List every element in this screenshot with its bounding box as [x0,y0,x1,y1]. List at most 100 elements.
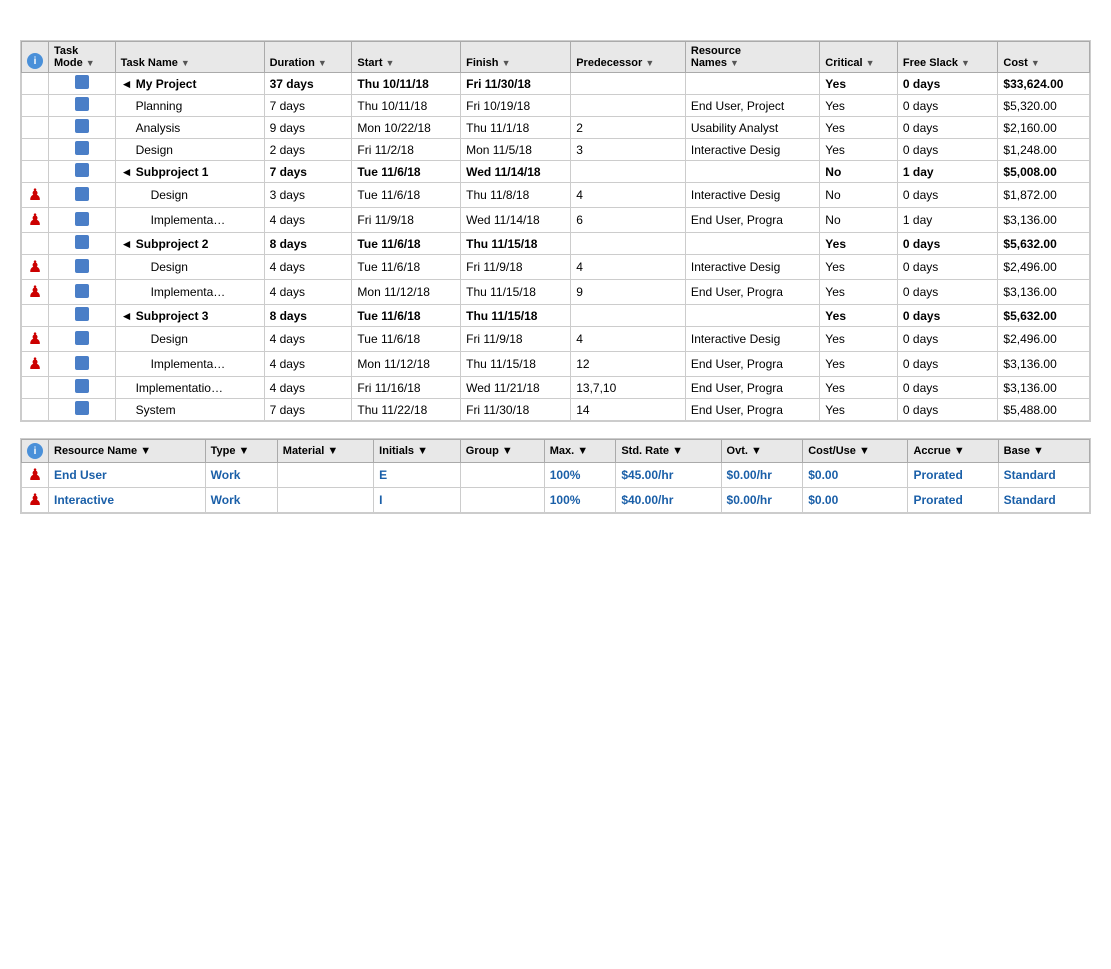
free_slack-cell: 1 day [897,161,997,183]
project-table-row: Planning7 daysThu 10/11/18Fri 10/19/18En… [22,95,1090,117]
task-name-cell: Design [115,255,264,280]
predecessor-cell [571,305,686,327]
mode-icon [75,259,89,273]
predecessor-cell: 2 [571,117,686,139]
resources-cell: Interactive Desig [685,327,819,352]
cost-cell: $3,136.00 [998,377,1090,399]
project-table-row: ♟Implementa…4 daysMon 11/12/18Thu 11/15/… [22,280,1090,305]
rth-group[interactable]: Group ▼ [460,440,544,463]
group-cell [460,488,544,513]
critical-cell: Yes [820,352,898,377]
finish-cell: Wed 11/14/18 [461,208,571,233]
cost-cell: $1,872.00 [998,183,1090,208]
predecessor-cell [571,161,686,183]
resources-cell: End User, Progra [685,208,819,233]
row-icon-cell: ♟ [22,280,49,305]
row-icon-cell [22,399,49,421]
resource-name-cell: End User [49,463,206,488]
project-table: i TaskMode ▼ Task Name ▼ Duration ▼ Star… [21,41,1090,421]
rth-accrue[interactable]: Accrue ▼ [908,440,998,463]
th-start[interactable]: Start ▼ [352,42,461,73]
predecessor-cell [571,233,686,255]
free_slack-cell: 0 days [897,73,997,95]
th-critical[interactable]: Critical ▼ [820,42,898,73]
finish-cell: Fri 10/19/18 [461,95,571,117]
critical-cell: Yes [820,399,898,421]
th-cost[interactable]: Cost ▼ [998,42,1090,73]
mode-icon [75,75,89,89]
start-cell: Thu 10/11/18 [352,95,461,117]
task-mode-cell [49,161,116,183]
start-cell: Tue 11/6/18 [352,183,461,208]
rth-initials[interactable]: Initials ▼ [374,440,461,463]
cost-cell: $5,008.00 [998,161,1090,183]
free_slack-cell: 0 days [897,117,997,139]
max-cell: 100% [544,463,616,488]
mode-icon [75,401,89,415]
free_slack-cell: 0 days [897,95,997,117]
start-cell: Fri 11/9/18 [352,208,461,233]
project-table-row: ◄ Subproject 17 daysTue 11/6/18Wed 11/14… [22,161,1090,183]
duration-cell: 3 days [264,183,352,208]
th-predecessor[interactable]: Predecessor ▼ [571,42,686,73]
task-name-cell: Implementa… [115,352,264,377]
th-free-slack[interactable]: Free Slack ▼ [897,42,997,73]
initials-cell: E [374,463,461,488]
finish-cell: Wed 11/21/18 [461,377,571,399]
start-cell: Thu 11/22/18 [352,399,461,421]
critical-cell: Yes [820,117,898,139]
mode-icon [75,284,89,298]
person-icon: ♟ [28,284,42,301]
cost-cell: $5,320.00 [998,95,1090,117]
predecessor-cell [571,95,686,117]
duration-cell: 4 days [264,377,352,399]
accrue-cell: Prorated [908,488,998,513]
duration-cell: 7 days [264,161,352,183]
group-cell [460,463,544,488]
project-table-row: ♟Design4 daysTue 11/6/18Fri 11/9/184Inte… [22,327,1090,352]
cost_use-cell: $0.00 [803,463,908,488]
rth-base[interactable]: Base ▼ [998,440,1089,463]
rth-max[interactable]: Max. ▼ [544,440,616,463]
rth-resource-name[interactable]: Resource Name ▼ [49,440,206,463]
resources-cell: Interactive Desig [685,255,819,280]
rth-std-rate[interactable]: Std. Rate ▼ [616,440,721,463]
critical-cell: Yes [820,95,898,117]
predecessor-cell [571,73,686,95]
rth-cost-use[interactable]: Cost/Use ▼ [803,440,908,463]
free_slack-cell: 0 days [897,255,997,280]
th-duration[interactable]: Duration ▼ [264,42,352,73]
th-finish[interactable]: Finish ▼ [461,42,571,73]
th-resource-names[interactable]: ResourceNames ▼ [685,42,819,73]
task-name-cell: Implementatio… [115,377,264,399]
th-task-name[interactable]: Task Name ▼ [115,42,264,73]
row-icon-cell [22,233,49,255]
finish-cell: Wed 11/14/18 [461,161,571,183]
cost-cell: $2,496.00 [998,255,1090,280]
th-task-mode[interactable]: TaskMode ▼ [49,42,116,73]
task-mode-cell [49,183,116,208]
task-mode-cell [49,139,116,161]
finish-cell: Fri 11/9/18 [461,327,571,352]
person-icon: ♟ [28,259,42,276]
task-mode-cell [49,377,116,399]
std_rate-cell: $40.00/hr [616,488,721,513]
critical-cell: Yes [820,280,898,305]
rth-type[interactable]: Type ▼ [205,440,277,463]
resources-cell: End User, Progra [685,352,819,377]
rth-ovt[interactable]: Ovt. ▼ [721,440,803,463]
predecessor-cell: 4 [571,255,686,280]
rth-material[interactable]: Material ▼ [277,440,373,463]
ovt-cell: $0.00/hr [721,488,803,513]
free_slack-cell: 0 days [897,399,997,421]
cost-cell: $2,160.00 [998,117,1090,139]
project-table-row: ◄ Subproject 28 daysTue 11/6/18Thu 11/15… [22,233,1090,255]
max-cell: 100% [544,488,616,513]
cost-cell: $5,632.00 [998,233,1090,255]
project-table-row: ♟Design3 daysTue 11/6/18Thu 11/8/184Inte… [22,183,1090,208]
task-name-cell: ◄ Subproject 2 [115,233,264,255]
duration-cell: 7 days [264,95,352,117]
ovt-cell: $0.00/hr [721,463,803,488]
project-table-row: Analysis9 daysMon 10/22/18Thu 11/1/182Us… [22,117,1090,139]
project-table-row: ♟Design4 daysTue 11/6/18Fri 11/9/184Inte… [22,255,1090,280]
